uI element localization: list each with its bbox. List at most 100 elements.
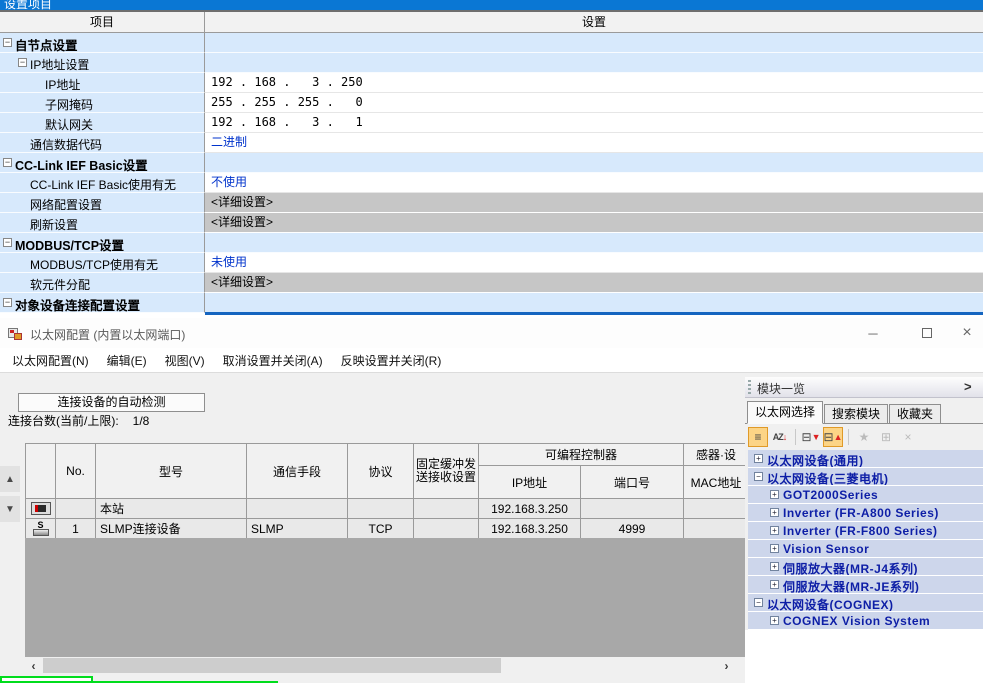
- module-tree-item[interactable]: +伺服放大器(MR-J4系列): [748, 558, 983, 576]
- settings-row[interactable]: 通信数据代码二进制: [0, 133, 983, 153]
- settings-row[interactable]: 网络配置设置<详细设置>: [0, 193, 983, 213]
- settings-row[interactable]: 刷新设置<详细设置>: [0, 213, 983, 233]
- tab-inactive[interactable]: 搜索模块: [824, 404, 888, 423]
- table-row[interactable]: 本站 192.168.3.250: [26, 499, 749, 519]
- cell-model[interactable]: SLMP连接设备: [96, 519, 247, 539]
- tree-expand-icon[interactable]: +: [754, 454, 763, 463]
- move-down-button[interactable]: ▼: [0, 496, 20, 522]
- tree-expand-icon[interactable]: +: [770, 526, 779, 535]
- move-up-button[interactable]: ▲: [0, 466, 20, 492]
- tree-collapse-icon[interactable]: −: [3, 238, 12, 247]
- tree-collapse-icon[interactable]: −: [3, 298, 12, 307]
- settings-row-value[interactable]: <详细设置>: [205, 273, 983, 293]
- scroll-left-button[interactable]: ‹: [25, 657, 42, 674]
- favorite-icon[interactable]: ★: [854, 427, 874, 447]
- tree-view-icon[interactable]: ≡: [748, 427, 768, 447]
- menu-item[interactable]: 反映设置并关闭(R): [341, 352, 442, 369]
- tree-collapse-icon[interactable]: −: [754, 472, 763, 481]
- cell-comm[interactable]: [247, 499, 348, 519]
- cell-port[interactable]: 4999: [581, 519, 684, 539]
- expand-all-icon[interactable]: ⊟▲: [823, 427, 843, 447]
- collapse-all-icon[interactable]: ⊟▼: [801, 427, 821, 447]
- module-tree-item[interactable]: −以太网设备(COGNEX): [748, 594, 983, 612]
- settings-row-value[interactable]: 不使用: [205, 173, 983, 193]
- settings-row-value[interactable]: 二进制: [205, 133, 983, 153]
- settings-row[interactable]: −MODBUS/TCP设置: [0, 233, 983, 253]
- settings-row-value[interactable]: [205, 153, 983, 173]
- minimize-button[interactable]: ─: [858, 320, 888, 346]
- settings-row-value[interactable]: 255 . 255 . 255 . 0: [205, 93, 983, 113]
- cell-buffer[interactable]: [414, 499, 479, 519]
- menu-item[interactable]: 编辑(E): [107, 352, 147, 369]
- settings-row-label: CC-Link IEF Basic设置: [15, 155, 148, 173]
- settings-row-value[interactable]: <详细设置>: [205, 193, 983, 213]
- cell-protocol[interactable]: TCP: [348, 519, 414, 539]
- module-tree-item[interactable]: +以太网设备(通用): [748, 450, 983, 468]
- settings-row[interactable]: −自节点设置: [0, 33, 983, 53]
- scroll-right-button[interactable]: ›: [718, 657, 735, 674]
- cell-buffer[interactable]: [414, 519, 479, 539]
- tree-collapse-icon[interactable]: −: [3, 158, 12, 167]
- settings-row-value[interactable]: [205, 293, 983, 313]
- cell-no[interactable]: 1: [56, 519, 96, 539]
- settings-row[interactable]: MODBUS/TCP使用有无未使用: [0, 253, 983, 273]
- menu-item[interactable]: 以太网配置(N): [12, 352, 89, 369]
- panel-expand-icon[interactable]: >: [964, 379, 972, 394]
- settings-row-value[interactable]: [205, 53, 983, 73]
- tree-expand-icon[interactable]: +: [770, 580, 779, 589]
- tree-expand-icon[interactable]: +: [770, 490, 779, 499]
- settings-row-value[interactable]: 192 . 168 . 3 . 250: [205, 73, 983, 93]
- menu-item[interactable]: 视图(V): [165, 352, 205, 369]
- table-row[interactable]: S1SLMP连接设备SLMPTCP192.168.3.2504999: [26, 519, 749, 539]
- module-tree-item[interactable]: +GOT2000Series: [748, 486, 983, 504]
- cell-mac[interactable]: [684, 519, 749, 539]
- tree-expand-icon[interactable]: +: [770, 544, 779, 553]
- close-button[interactable]: ×: [952, 320, 982, 346]
- cell-comm[interactable]: SLMP: [247, 519, 348, 539]
- module-tree-item[interactable]: −以太网设备(三菱电机): [748, 468, 983, 486]
- tree-collapse-icon[interactable]: −: [754, 598, 763, 607]
- cell-no[interactable]: [56, 499, 96, 519]
- add-favorite-icon[interactable]: ⊞: [876, 427, 896, 447]
- cell-mac[interactable]: [684, 499, 749, 519]
- cell-ip[interactable]: 192.168.3.250: [479, 519, 581, 539]
- settings-row-value[interactable]: 未使用: [205, 253, 983, 273]
- settings-row[interactable]: CC-Link IEF Basic使用有无不使用: [0, 173, 983, 193]
- settings-row[interactable]: 默认网关192 . 168 . 3 . 1: [0, 113, 983, 133]
- scrollbar-thumb[interactable]: [43, 658, 501, 673]
- auto-detect-button[interactable]: 连接设备的自动检测: [18, 393, 205, 412]
- settings-row[interactable]: IP地址192 . 168 . 3 . 250: [0, 73, 983, 93]
- settings-row[interactable]: −IP地址设置: [0, 53, 983, 73]
- settings-row[interactable]: −CC-Link IEF Basic设置: [0, 153, 983, 173]
- cell-protocol[interactable]: [348, 499, 414, 519]
- tree-expand-icon[interactable]: +: [770, 508, 779, 517]
- settings-row-value[interactable]: 192 . 168 . 3 . 1: [205, 113, 983, 133]
- module-tree-item[interactable]: +Vision Sensor: [748, 540, 983, 558]
- module-tree-item[interactable]: +COGNEX Vision System: [748, 612, 983, 630]
- settings-row-value[interactable]: [205, 233, 983, 253]
- tree-collapse-icon[interactable]: −: [18, 58, 27, 67]
- tab-inactive[interactable]: 收藏夹: [889, 404, 941, 423]
- settings-row-value[interactable]: <详细设置>: [205, 213, 983, 233]
- delete-icon[interactable]: ×: [898, 427, 918, 447]
- maximize-button[interactable]: [912, 320, 942, 346]
- tab-active[interactable]: 以太网选择: [747, 401, 823, 424]
- panel-grip-icon[interactable]: [748, 380, 751, 395]
- sort-az-icon[interactable]: AZ↓: [770, 427, 790, 447]
- menu-item[interactable]: 取消设置并关闭(A): [223, 352, 323, 369]
- settings-row[interactable]: −对象设备连接配置设置: [0, 293, 983, 313]
- horizontal-scrollbar[interactable]: ‹ ›: [25, 657, 735, 674]
- cell-model[interactable]: 本站: [96, 499, 247, 519]
- cell-port[interactable]: [581, 499, 684, 519]
- settings-row[interactable]: 软元件分配<详细设置>: [0, 273, 983, 293]
- scroll-left-icon: ‹: [32, 659, 36, 673]
- cell-ip[interactable]: 192.168.3.250: [479, 499, 581, 519]
- module-tree-item[interactable]: +Inverter (FR-A800 Series): [748, 504, 983, 522]
- tree-expand-icon[interactable]: +: [770, 562, 779, 571]
- tree-expand-icon[interactable]: +: [770, 616, 779, 625]
- tree-collapse-icon[interactable]: −: [3, 38, 12, 47]
- module-tree-item[interactable]: +伺服放大器(MR-JE系列): [748, 576, 983, 594]
- settings-row[interactable]: 子网掩码255 . 255 . 255 . 0: [0, 93, 983, 113]
- module-tree-item[interactable]: +Inverter (FR-F800 Series): [748, 522, 983, 540]
- settings-row-value[interactable]: [205, 33, 983, 53]
